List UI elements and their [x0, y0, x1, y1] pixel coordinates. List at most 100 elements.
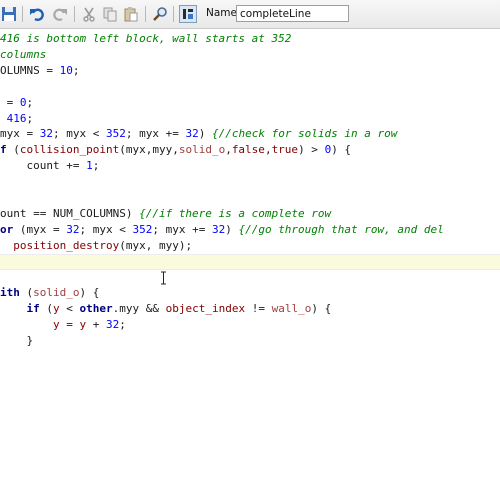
code-token: <	[59, 302, 80, 316]
code-token: ; myx <	[53, 127, 106, 141]
toggle-icon[interactable]	[179, 5, 197, 23]
code-token: (myx, myy);	[119, 238, 193, 252]
save-icon[interactable]	[0, 5, 18, 23]
code-token: position_destroy	[13, 238, 120, 252]
code-token: 352	[132, 222, 153, 236]
code-token: ) >	[298, 143, 325, 157]
code-token: y	[53, 302, 60, 316]
code-token: solid_o	[178, 143, 226, 157]
code-token: {//go through that row, and del	[238, 222, 444, 236]
code-token: object_index	[165, 302, 246, 316]
code-token: =	[59, 318, 80, 332]
code-token: 352	[105, 127, 126, 141]
code-token: }	[0, 334, 34, 348]
toolbar: Name:	[0, 0, 500, 29]
code-line[interactable]	[0, 270, 500, 286]
code-token: 32	[39, 127, 53, 141]
search-icon[interactable]	[151, 5, 169, 23]
code-line[interactable]	[0, 174, 500, 190]
code-token: or	[0, 222, 20, 236]
code-token: )	[225, 222, 239, 236]
code-token: {//if there is a complete row	[139, 206, 332, 220]
code-line[interactable]: 416 is bottom left block, wall starts at…	[0, 31, 500, 47]
code-token: collision_point	[19, 143, 120, 157]
code-token: ) {	[79, 286, 100, 300]
code-line[interactable]: if (y < other.myy && object_index != wal…	[0, 301, 500, 317]
code-line[interactable]: f (collision_point(myx,myy,solid_o,false…	[0, 142, 500, 158]
code-token: !=	[245, 302, 272, 316]
code-token: =	[0, 95, 20, 109]
code-token: ,	[264, 143, 272, 157]
code-line[interactable]: or (myx = 32; myx < 352; myx += 32) {//g…	[0, 222, 500, 238]
code-line[interactable]: }	[0, 333, 500, 349]
code-token: (myx,myy,	[119, 143, 179, 157]
code-token: false	[231, 143, 265, 157]
text-cursor-icon	[161, 271, 166, 285]
code-token: ) {	[311, 302, 332, 316]
code-token: +	[86, 318, 106, 332]
code-token: ;	[119, 318, 126, 332]
code-token: ; myx <	[79, 222, 133, 236]
code-token: y	[52, 318, 60, 332]
code-token: columns	[0, 47, 47, 61]
code-token: ith	[0, 286, 27, 300]
code-token: f	[0, 143, 14, 157]
code-token: wall_o	[271, 302, 312, 316]
code-token: ;	[72, 63, 80, 77]
code-line[interactable]: ith (solid_o) {	[0, 285, 500, 301]
code-token: ; myx +=	[125, 127, 186, 141]
code-line[interactable]: OLUMNS = 10;	[0, 63, 500, 79]
toolbar-separator	[22, 6, 23, 22]
toolbar-separator	[173, 6, 174, 22]
cut-icon[interactable]	[80, 5, 98, 23]
code-token: (	[13, 143, 20, 157]
code-line[interactable]: myx = 32; myx < 352; myx += 32) {//check…	[0, 126, 500, 142]
toolbar-separator	[74, 6, 75, 22]
code-line[interactable]: position_destroy(myx, myy);	[0, 238, 500, 254]
code-token: {//check for solids in a row	[211, 127, 398, 141]
code-token: solid_o	[33, 286, 80, 300]
code-token: ount == NUM_COLUMNS)	[0, 206, 140, 220]
copy-icon[interactable]	[101, 5, 119, 23]
code-line[interactable]: count += 1;	[0, 158, 500, 174]
code-line[interactable]	[0, 190, 500, 206]
code-token: 0	[19, 95, 27, 109]
code-line[interactable]	[0, 79, 500, 95]
undo-icon[interactable]	[28, 5, 46, 23]
code-token: 1	[86, 159, 93, 173]
code-token: OLUMNS =	[0, 63, 60, 77]
code-line[interactable]: 416;	[0, 111, 500, 127]
code-token: if	[26, 302, 47, 316]
paste-icon[interactable]	[122, 5, 140, 23]
code-token: ; myx +=	[152, 222, 212, 236]
code-token: 10	[59, 63, 73, 77]
code-token: myx =	[0, 127, 40, 141]
code-token: ,	[225, 143, 232, 157]
code-token: (myx =	[19, 222, 67, 236]
code-token: 32	[66, 222, 80, 236]
code-line[interactable]	[0, 253, 500, 270]
code-editor[interactable]: 416 is bottom left block, wall starts at…	[0, 29, 500, 500]
code-token: ) {	[331, 143, 352, 157]
code-line[interactable]: columns	[0, 47, 500, 63]
code-line[interactable]: y = y + 32;	[0, 317, 500, 333]
redo-icon[interactable]	[51, 5, 69, 23]
code-line[interactable]: ount == NUM_COLUMNS) {//if there is a co…	[0, 206, 500, 222]
code-token: 32	[185, 127, 199, 141]
code-token: )	[198, 127, 212, 141]
toolbar-separator	[145, 6, 146, 22]
code-token: 416	[6, 111, 27, 125]
code-token: ;	[26, 95, 34, 109]
code-token: (	[46, 302, 53, 316]
code-token: ;	[26, 111, 34, 125]
name-input[interactable]	[236, 5, 349, 22]
code-token: .myy &&	[112, 302, 166, 316]
code-token: other	[79, 302, 113, 316]
code-line[interactable]: = 0;	[0, 95, 500, 111]
code-token: 32	[105, 318, 120, 332]
code-token: 32	[211, 222, 226, 236]
